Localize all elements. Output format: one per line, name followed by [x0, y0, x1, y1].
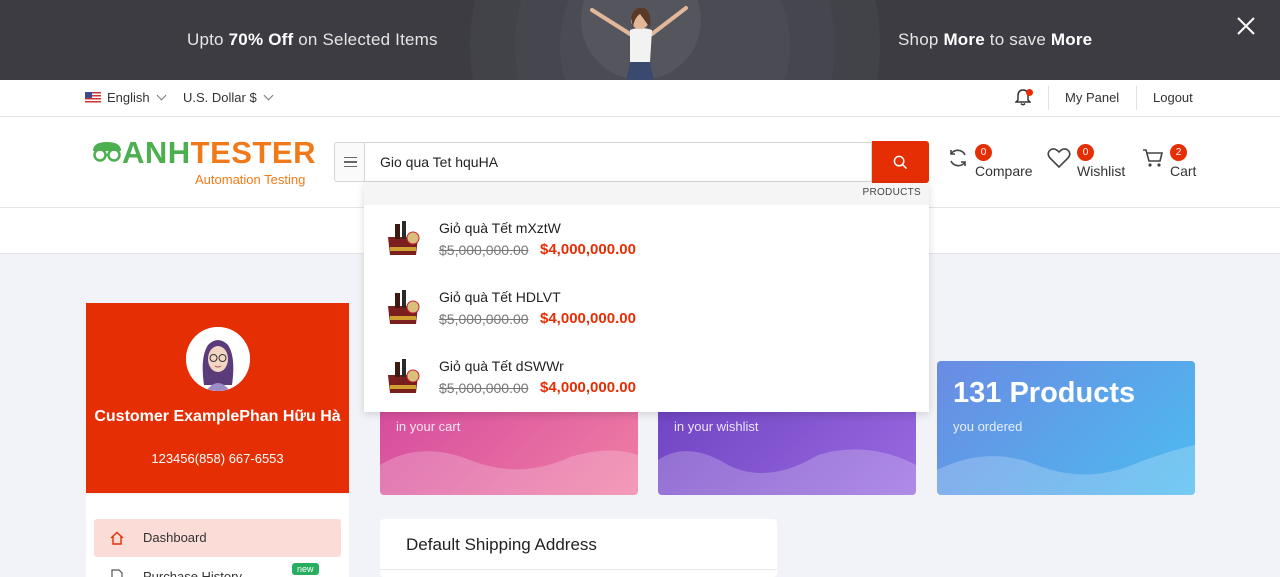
language-label: English — [107, 90, 150, 105]
sidebar-item-purchase-history[interactable]: Purchase History new — [94, 558, 341, 577]
wave-decoration — [937, 445, 1195, 495]
sidebar-item-label: Dashboard — [143, 530, 207, 545]
hamburger-icon — [344, 156, 357, 159]
suggestion-price: $4,000,000.00 — [540, 241, 636, 258]
suggestion-name: Giỏ quà Tết mXztW — [439, 220, 561, 236]
shipping-address-card: Default Shipping Address — [380, 519, 777, 577]
wave-decoration — [380, 450, 638, 495]
close-icon[interactable] — [1234, 14, 1258, 38]
logout-link[interactable]: Logout — [1153, 90, 1193, 105]
notification-dot — [1026, 89, 1033, 96]
suggestion-name: Giỏ quà Tết HDLVT — [439, 289, 561, 305]
glasses-logo-icon — [93, 142, 121, 162]
heart-icon — [1047, 148, 1071, 169]
wishlist-button[interactable]: 0 Wishlist — [1047, 144, 1125, 179]
notification-bell[interactable] — [1014, 88, 1033, 108]
hamburger-icon — [344, 161, 357, 163]
top-bar: English U.S. Dollar $ My Panel Logout — [0, 80, 1280, 117]
wave-decoration — [658, 449, 916, 495]
compare-count-badge: 0 — [975, 144, 992, 161]
refresh-icon — [950, 149, 966, 167]
logo-subtitle: Automation Testing — [195, 172, 306, 187]
suggestion-item[interactable]: Giỏ quà Tết dSWWr $5,000,000.00 $4,000,0… — [364, 343, 929, 412]
suggestion-price: $4,000,000.00 — [540, 310, 636, 327]
stat-label: in your wishlist — [674, 419, 759, 434]
promo-right-text: Shop More to save More — [898, 30, 1093, 49]
search-button[interactable] — [872, 141, 929, 183]
sidebar: Dashboard Purchase History new — [86, 493, 349, 577]
suggestion-category-label: PRODUCTS — [364, 183, 929, 205]
profile-phone: 123456(858) 667-6553 — [151, 451, 284, 466]
us-flag-icon — [85, 92, 101, 103]
profile-name: Customer ExamplePhan Hữu Hà — [94, 408, 341, 425]
home-icon — [110, 531, 124, 545]
stat-value: 131 Products — [953, 377, 1136, 409]
cart-count-badge: 2 — [1170, 144, 1187, 161]
file-icon — [111, 569, 123, 577]
chevron-down-icon — [156, 90, 167, 101]
product-thumbnail — [388, 221, 420, 255]
suggestion-item[interactable]: Giỏ quà Tết HDLVT $5,000,000.00 $4,000,0… — [364, 274, 929, 343]
site-logo[interactable]: ANHTESTER Automation Testing — [90, 135, 320, 191]
product-thumbnail — [388, 290, 420, 324]
promo-left-text: Upto 70% Off on Selected Items — [187, 30, 438, 49]
suggestion-item[interactable]: Giỏ quà Tết mXztW $5,000,000.00 $4,000,0… — [364, 205, 929, 274]
logo-text: ANHTESTER — [122, 135, 316, 170]
sidebar-item-label: Purchase History — [143, 569, 242, 577]
hamburger-icon — [344, 165, 357, 168]
search-suggestions-dropdown: PRODUCTS Giỏ quà Tết mXztW $5,000,000.00… — [364, 183, 929, 412]
search-icon — [893, 155, 908, 169]
divider — [380, 569, 777, 570]
new-badge: new — [292, 563, 319, 575]
wishlist-label: Wishlist — [1077, 163, 1126, 179]
language-selector[interactable]: English — [85, 90, 167, 105]
cart-button[interactable]: 2 Cart — [1142, 144, 1196, 179]
profile-card: Customer ExamplePhan Hữu Hà 123456(858) … — [86, 303, 349, 493]
product-thumbnail — [388, 359, 420, 393]
suggestion-old-price: $5,000,000.00 — [439, 242, 529, 258]
stat-label: in your cart — [396, 419, 461, 434]
avatar[interactable] — [186, 327, 250, 391]
shipping-title: Default Shipping Address — [406, 535, 597, 554]
currency-label: U.S. Dollar $ — [183, 90, 257, 105]
suggestion-old-price: $5,000,000.00 — [439, 311, 529, 327]
compare-label: Compare — [975, 163, 1033, 179]
currency-selector[interactable]: U.S. Dollar $ — [183, 90, 274, 105]
stat-label: you ordered — [953, 419, 1023, 434]
cart-label: Cart — [1170, 163, 1197, 179]
orders-stat-card: 131 Products you ordered — [937, 361, 1195, 495]
suggestion-price: $4,000,000.00 — [540, 379, 636, 396]
avatar-image — [186, 327, 250, 391]
promo-woman-image — [590, 6, 688, 80]
wishlist-count-badge: 0 — [1077, 144, 1094, 161]
compare-button[interactable]: 0 Compare — [947, 144, 1033, 179]
search-input[interactable] — [364, 142, 872, 182]
suggestion-name: Giỏ quà Tết dSWWr — [439, 358, 564, 374]
chevron-down-icon — [263, 90, 274, 101]
category-menu-button[interactable] — [334, 142, 366, 182]
divider — [1048, 86, 1049, 110]
sidebar-item-dashboard[interactable]: Dashboard — [94, 519, 341, 557]
promo-banner[interactable]: Upto 70% Off on Selected Items Shop More… — [0, 0, 1280, 80]
my-panel-link[interactable]: My Panel — [1065, 90, 1119, 105]
cart-icon — [1143, 149, 1164, 167]
suggestion-old-price: $5,000,000.00 — [439, 380, 529, 396]
divider — [1136, 86, 1137, 110]
